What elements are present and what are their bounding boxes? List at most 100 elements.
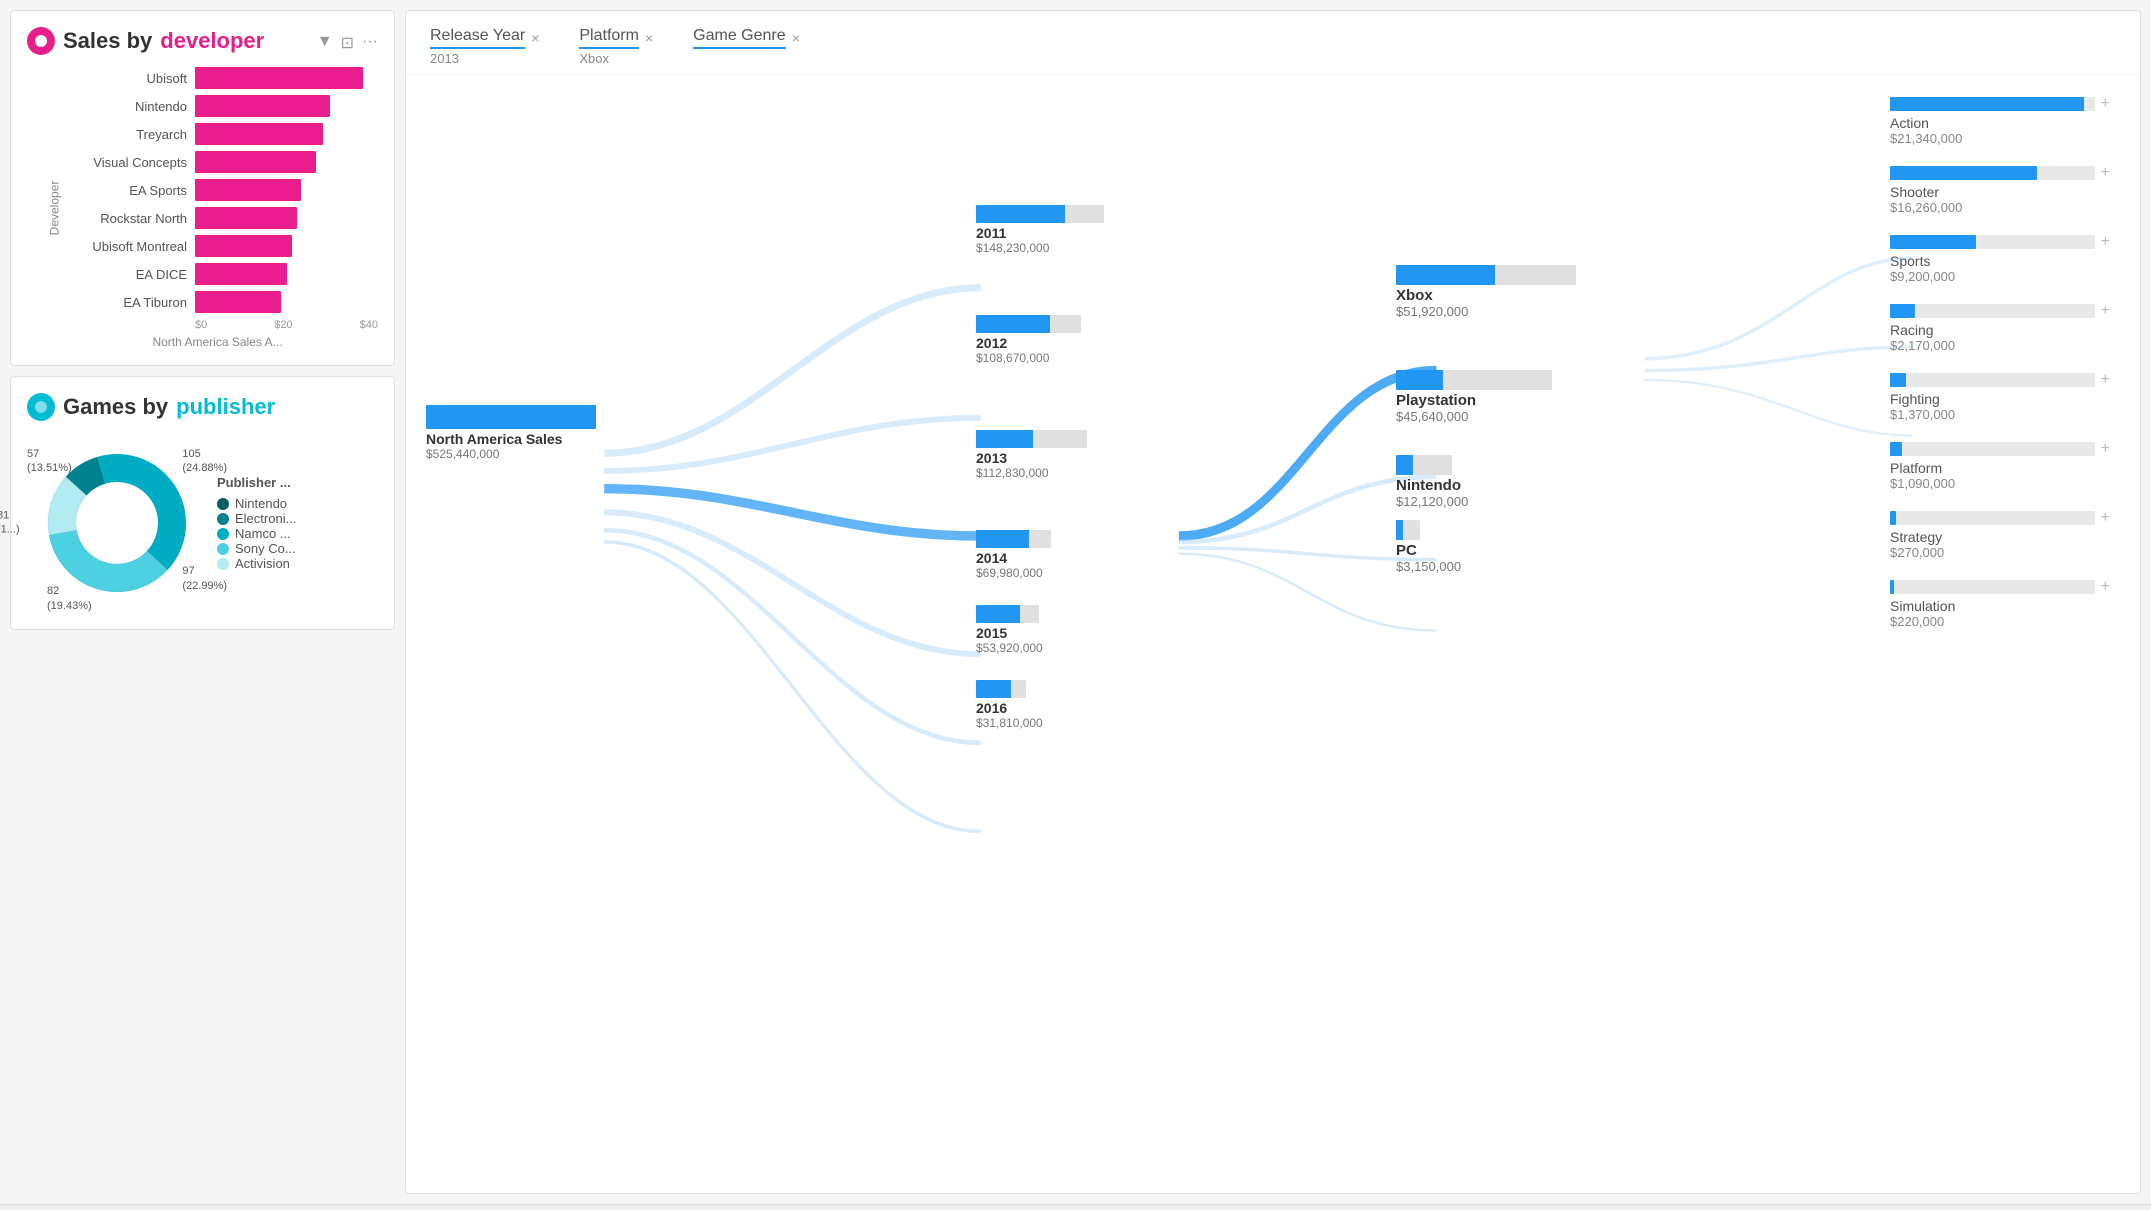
donut-label-81: 81(1...) — [0, 509, 20, 538]
year-label: 2015 — [976, 625, 1176, 641]
genre-bar-row: + — [1890, 164, 2110, 182]
year-bar-bg — [976, 605, 1039, 623]
year-label: 2014 — [976, 550, 1176, 566]
legend-label: Electroni... — [235, 511, 296, 526]
year-bar-bg — [976, 530, 1051, 548]
platform-node[interactable]: Xbox $51,920,000 — [1396, 265, 1646, 319]
genre-bar-fill — [1890, 442, 1902, 456]
bar-row: Visual Concepts — [57, 151, 378, 173]
legend-title: Publisher ... — [217, 475, 296, 490]
genre-expand-icon[interactable]: + — [2101, 164, 2110, 182]
genre-value: $16,260,000 — [1890, 200, 2110, 215]
year-value: $69,980,000 — [976, 566, 1176, 580]
y-axis-label: Developer — [47, 181, 61, 236]
genre-value: $9,200,000 — [1890, 269, 2110, 284]
developer-card-title: Sales by developer — [27, 27, 264, 55]
platform-close[interactable]: × — [645, 30, 653, 46]
platform-node[interactable]: Nintendo $12,120,000 — [1396, 455, 1646, 509]
games-by-publisher-card: Games by publisher 105(24.88%) — [10, 376, 395, 630]
genre-name: Simulation — [1890, 598, 2110, 614]
year-bar-bg — [976, 315, 1081, 333]
legend-label: Nintendo — [235, 496, 287, 511]
platform-node[interactable]: PC $3,150,000 — [1396, 520, 1646, 574]
na-value: $525,440,000 — [426, 447, 616, 461]
publisher-title-highlight: publisher — [176, 394, 275, 420]
platform-name: Nintendo — [1396, 477, 1646, 494]
legend-item: Activision — [217, 556, 296, 571]
genre-name: Action — [1890, 115, 2110, 131]
na-bar — [426, 405, 596, 429]
genre-items: + Action $21,340,000 + Shooter $16,260,0… — [1890, 95, 2110, 629]
bar-container — [195, 263, 378, 285]
year-bar-fill — [976, 680, 1011, 698]
genre-expand-icon[interactable]: + — [2101, 440, 2110, 458]
genre-expand-icon[interactable]: + — [2101, 371, 2110, 389]
publisher-icon — [27, 393, 55, 421]
release-year-value: 2013 — [430, 51, 539, 66]
genre-bar-fill — [1890, 97, 2084, 111]
year-label: 2012 — [976, 335, 1176, 351]
bar-label: Treyarch — [57, 127, 187, 142]
genre-bar-row: + — [1890, 509, 2110, 527]
year-value: $53,920,000 — [976, 641, 1176, 655]
bar-container — [195, 179, 378, 201]
developer-title-text: Sales by — [63, 28, 152, 54]
genre-expand-icon[interactable]: + — [2101, 509, 2110, 527]
year-node[interactable]: 2012 $108,670,000 — [976, 315, 1176, 365]
bar-row: Treyarch — [57, 123, 378, 145]
genre-value: $270,000 — [1890, 545, 2110, 560]
year-node[interactable]: 2016 $31,810,000 — [976, 680, 1176, 730]
year-node[interactable]: 2013 $112,830,000 — [976, 430, 1176, 480]
year-node[interactable]: 2014 $69,980,000 — [976, 530, 1176, 580]
bar-container — [195, 151, 378, 173]
filters-bar: Release Year × 2013 Platform × Xbox Game… — [406, 11, 2140, 75]
platform-bar-bg — [1396, 455, 1452, 475]
genre-expand-icon[interactable]: + — [2101, 95, 2110, 113]
platform-value: $51,920,000 — [1396, 304, 1646, 319]
legend-item: Nintendo — [217, 496, 296, 511]
genre-value: $2,170,000 — [1890, 338, 2110, 353]
donut-chart: 105(24.88%) 97(22.99%) 82(19.43%) 81(1..… — [37, 443, 197, 603]
year-node[interactable]: 2011 $148,230,000 — [976, 205, 1176, 255]
legend-label: Activision — [235, 556, 290, 571]
filter-icon[interactable]: ▼ — [317, 33, 333, 53]
genre-expand-icon[interactable]: + — [2101, 302, 2110, 320]
genre-bar-bg — [1890, 97, 2095, 111]
more-icon[interactable]: ··· — [362, 33, 378, 53]
bar-container — [195, 291, 378, 313]
genre-bar-bg — [1890, 442, 2095, 456]
year-label: 2011 — [976, 225, 1176, 241]
donut-label-105: 105(24.88%) — [182, 447, 227, 476]
platform-name: Playstation — [1396, 392, 1646, 409]
genre-bar-row: + — [1890, 578, 2110, 596]
platform-bar-bg — [1396, 265, 1576, 285]
genre-expand-icon[interactable]: + — [2101, 578, 2110, 596]
platform-name: PC — [1396, 542, 1646, 559]
bar-label: Ubisoft Montreal — [57, 239, 187, 254]
genre-bar-fill — [1890, 373, 1906, 387]
developer-bar-chart: Developer Ubisoft Nintendo Treyarch Visu… — [27, 67, 378, 349]
bar-label: EA Tiburon — [57, 295, 187, 310]
platform-node[interactable]: Playstation $45,640,000 — [1396, 370, 1646, 424]
genre-bar-fill — [1890, 166, 2037, 180]
genre-item: + Simulation $220,000 — [1890, 578, 2110, 629]
left-panel: Sales by developer ▼ ⊡ ··· Developer Ubi… — [10, 10, 395, 1194]
legend-items: Nintendo Electroni... Namco ... Sony Co.… — [217, 496, 296, 571]
bar-label: Rockstar North — [57, 211, 187, 226]
year-bar-bg — [976, 205, 1104, 223]
genre-value: $21,340,000 — [1890, 131, 2110, 146]
year-node[interactable]: 2015 $53,920,000 — [976, 605, 1176, 655]
bar-container — [195, 235, 378, 257]
bar-container — [195, 67, 378, 89]
platform-value: $12,120,000 — [1396, 494, 1646, 509]
game-genre-close[interactable]: × — [792, 30, 800, 46]
expand-icon[interactable]: ⊡ — [341, 33, 354, 53]
bottom-bar — [0, 1204, 2151, 1210]
release-year-close[interactable]: × — [531, 30, 539, 46]
year-bar-fill — [979, 430, 1033, 448]
filter-platform: Platform × Xbox — [579, 27, 653, 66]
bar-fill — [195, 235, 292, 257]
genre-expand-icon[interactable]: + — [2101, 233, 2110, 251]
year-bar-fill — [976, 605, 1020, 623]
bar-container — [195, 95, 378, 117]
